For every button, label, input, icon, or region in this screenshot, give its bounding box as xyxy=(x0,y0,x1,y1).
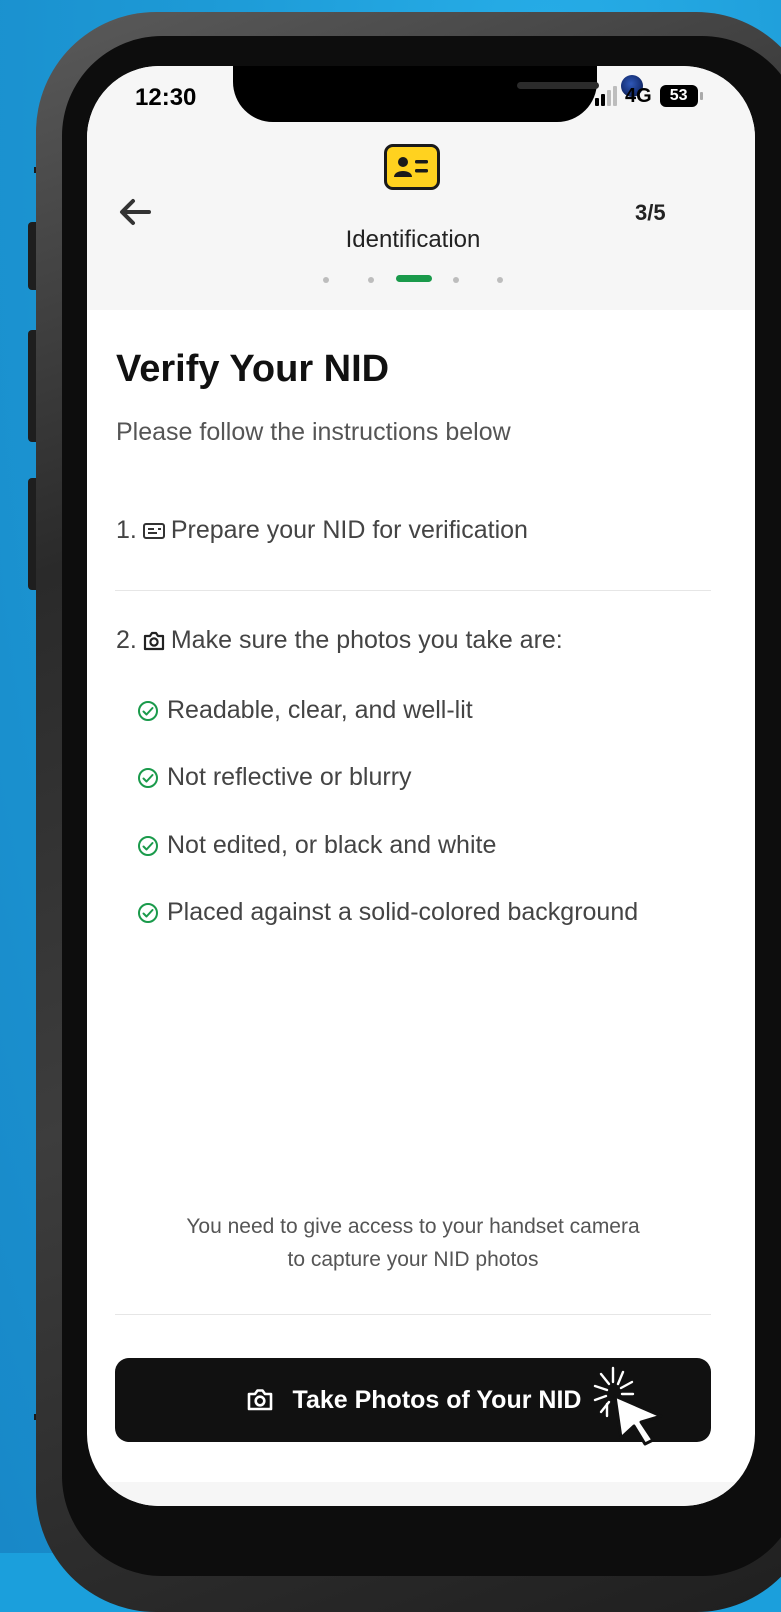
phone-screen: 12:30 4G 53 3/5 Identification Verify Yo… xyxy=(87,66,755,1506)
header-title: Identification xyxy=(345,226,481,253)
step-text: Prepare your NID for verification xyxy=(170,516,528,544)
step-number: 1. xyxy=(116,516,137,544)
page-subtitle: Please follow the instructions below xyxy=(116,418,511,446)
checklist-item: Not edited, or black and white xyxy=(137,831,496,860)
id-card-icon xyxy=(142,522,165,539)
checklist-text: Readable, clear, and well-lit xyxy=(167,696,473,724)
instruction-step-1: 1. Prepare your NID for verification xyxy=(116,516,528,545)
instruction-step-2: 2. Make sure the photos you take are: xyxy=(116,626,563,655)
id-card-icon xyxy=(384,144,440,190)
step-indicator xyxy=(319,275,509,285)
arrow-left-icon xyxy=(120,199,151,225)
checklist-text: Not edited, or black and white xyxy=(167,831,497,859)
step-dot xyxy=(453,277,459,283)
divider xyxy=(115,1314,711,1315)
check-circle-icon xyxy=(138,835,158,856)
check-circle-icon xyxy=(138,700,158,721)
check-circle-icon xyxy=(138,902,158,923)
take-photos-label: Take Photos of Your NID xyxy=(292,1385,582,1414)
battery-icon: 53 xyxy=(659,85,703,107)
camera-permission-note: You need to give access to your handset … xyxy=(186,1215,640,1271)
status-indicators: 4G 53 xyxy=(595,82,703,110)
signal-icon xyxy=(595,86,617,106)
click-cursor-icon xyxy=(593,1366,663,1446)
checklist-item: Not reflective or blurry xyxy=(137,763,412,792)
checklist-text: Placed against a solid-colored backgroun… xyxy=(167,898,639,926)
camera-icon xyxy=(247,1389,272,1411)
notch xyxy=(233,66,643,122)
step-dot xyxy=(368,277,374,283)
step-number: 2. xyxy=(116,626,137,654)
checklist-text: Not reflective or blurry xyxy=(167,763,412,791)
check-circle-icon xyxy=(138,767,158,788)
page-title: Verify Your NID xyxy=(116,348,390,390)
network-type: 4G xyxy=(625,84,652,107)
camera-icon xyxy=(143,631,164,650)
checklist-item: Readable, clear, and well-lit xyxy=(137,696,473,725)
step-dot xyxy=(497,277,503,283)
step-counter: 3/5 xyxy=(635,200,666,225)
step-dot-active xyxy=(396,275,432,282)
checklist-item: Placed against a solid-colored backgroun… xyxy=(137,898,638,927)
speaker-grille xyxy=(517,82,599,89)
divider xyxy=(115,590,711,591)
step-text: Make sure the photos you take are: xyxy=(170,626,563,654)
status-time: 12:30 xyxy=(135,84,197,111)
step-dot xyxy=(323,277,329,283)
bottom-safe-area xyxy=(87,1482,755,1506)
